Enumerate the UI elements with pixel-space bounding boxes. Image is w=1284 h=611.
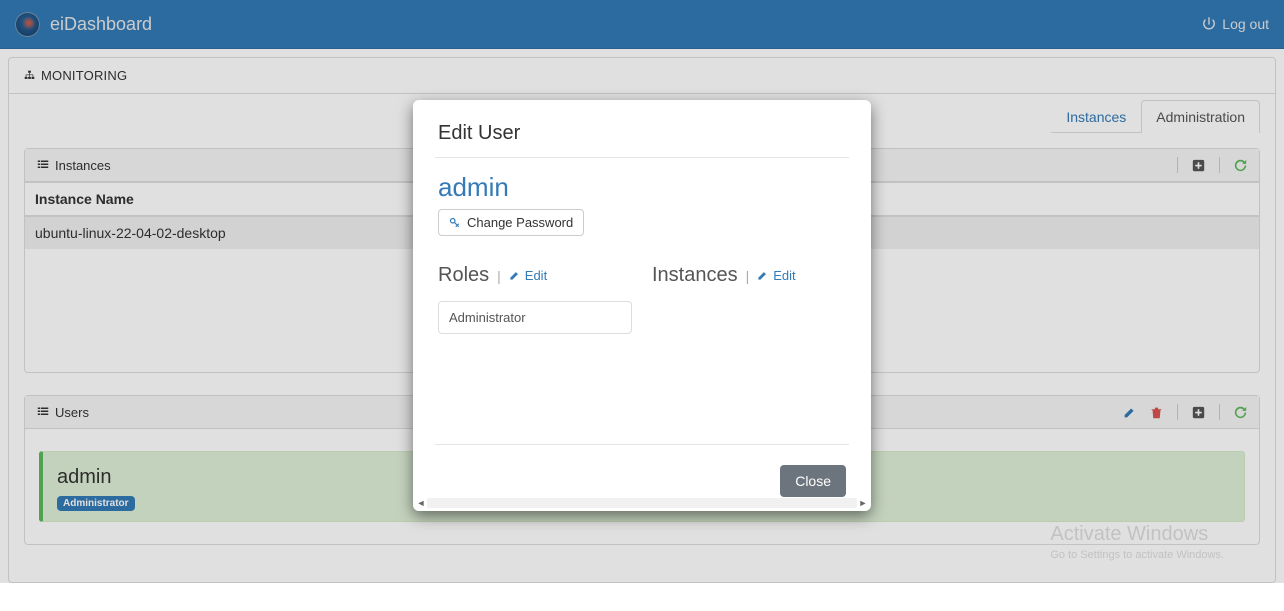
modal-username: admin [438,172,846,203]
pencil-icon [509,270,520,281]
pipe-separator: | [497,268,501,284]
modal-separator [435,157,849,158]
edit-roles-link[interactable]: Edit [509,268,547,283]
change-password-label: Change Password [467,215,573,230]
modal-footer-separator [435,444,849,445]
roles-column: Roles | Edit Administrator [438,264,632,334]
scroll-left-arrow[interactable]: ◄ [415,497,427,509]
instances-heading: Instances [652,264,738,287]
modal-wrap: Edit User admin Change Password Roles | … [0,0,1284,583]
roles-heading: Roles [438,264,489,287]
edit-user-modal: Edit User admin Change Password Roles | … [413,100,871,511]
edit-instances-link[interactable]: Edit [757,268,795,283]
key-icon [449,217,461,229]
pencil-icon [757,270,768,281]
pipe-separator: | [746,268,750,284]
change-password-button[interactable]: Change Password [438,209,584,236]
modal-title: Edit User [438,122,846,145]
instances-column: Instances | Edit [652,264,846,334]
roles-instances-row: Roles | Edit Administrator Instances | [438,264,846,334]
close-button[interactable]: Close [780,465,846,497]
role-item: Administrator [438,301,632,334]
edit-roles-label: Edit [525,268,547,283]
edit-instances-label: Edit [773,268,795,283]
modal-horizontal-scrollbar[interactable]: ◄ ► [415,497,869,509]
scroll-track[interactable] [427,498,857,508]
scroll-right-arrow[interactable]: ► [857,497,869,509]
